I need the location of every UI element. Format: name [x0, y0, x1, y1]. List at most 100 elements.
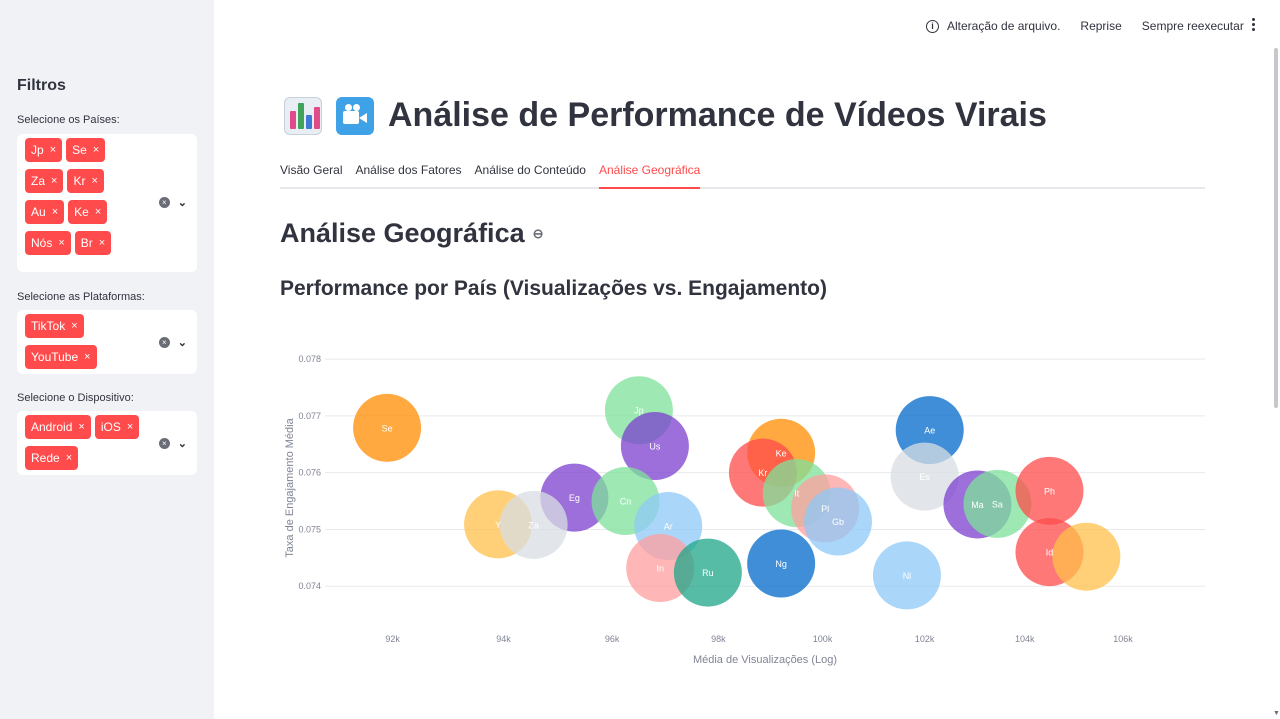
- bubble-label: Y: [495, 520, 501, 530]
- top-toolbar: i Alteração de arquivo. Reprise Sempre r…: [926, 18, 1244, 34]
- bubble-label: Ar: [664, 522, 673, 532]
- filter-tag-label: Se: [72, 143, 87, 157]
- x-tick-label: 92k: [385, 634, 400, 644]
- filter-tag-label: Nós: [31, 236, 53, 250]
- bubble-label: Nl: [903, 571, 912, 581]
- x-tick-label: 106k: [1113, 634, 1133, 644]
- filter-tag-label: Br: [80, 236, 93, 250]
- chevron-down-icon[interactable]: ⌄: [178, 336, 187, 349]
- y-tick-label: 0.078: [298, 354, 321, 364]
- x-tick-label: 104k: [1015, 634, 1035, 644]
- filter-tag-label: Au: [31, 205, 46, 219]
- filter-tag[interactable]: Ke ×: [68, 200, 108, 224]
- bar-chart-icon: [284, 96, 322, 135]
- chevron-down-icon[interactable]: ⌄: [178, 437, 187, 450]
- tab-bar: Visão Geral Análise dos Fatores Análise do…: [280, 160, 1205, 189]
- filter-tag[interactable]: Au ×: [25, 200, 65, 224]
- scrollbar-thumb[interactable]: [1274, 48, 1278, 408]
- bubble-label: Ph: [1044, 486, 1055, 496]
- tab-2[interactable]: Análise do Conteúdo: [475, 160, 586, 189]
- filter-tag[interactable]: YouTube ×: [25, 345, 97, 369]
- bubble-label: Us: [649, 441, 660, 451]
- remove-tag-icon[interactable]: ×: [71, 320, 77, 332]
- chevron-down-icon[interactable]: ⌄: [178, 196, 187, 209]
- platforms-multiselect[interactable]: TikTok × YouTube × × ⌄: [17, 310, 197, 374]
- filter-tag[interactable]: Android ×: [25, 415, 91, 439]
- filter-tag[interactable]: Nós ×: [25, 231, 71, 255]
- x-tick-label: 100k: [813, 634, 833, 644]
- filter-tag[interactable]: Rede ×: [25, 446, 79, 470]
- scrollbar[interactable]: ▼: [1272, 0, 1280, 719]
- x-tick-label: 96k: [605, 634, 620, 644]
- countries-tags: Jp × Se × Za × Kr × Au × Ke × Nós × Br ×: [25, 138, 145, 262]
- sidebar-title: Filtros: [17, 77, 66, 94]
- y-tick-label: 0.074: [298, 581, 321, 591]
- remove-tag-icon[interactable]: ×: [99, 237, 105, 249]
- countries-multiselect[interactable]: Jp × Se × Za × Kr × Au × Ke × Nós × Br × × ⌄: [17, 134, 197, 272]
- page-title: Análise de Performance de Vídeos Virais: [388, 96, 1047, 134]
- filter-tag[interactable]: Br ×: [74, 231, 112, 255]
- remove-tag-icon[interactable]: ×: [91, 175, 97, 187]
- devices-multiselect[interactable]: Android × iOS × Rede × × ⌄: [17, 411, 197, 475]
- sidebar: Filtros Selecione os Países: Jp × Se × Za × Kr…: [0, 0, 214, 719]
- remove-tag-icon[interactable]: ×: [127, 421, 133, 433]
- remove-tag-icon[interactable]: ×: [58, 237, 64, 249]
- remove-tag-icon[interactable]: ×: [66, 452, 72, 464]
- filter-tag-label: YouTube: [31, 350, 79, 364]
- scroll-down-arrow-icon[interactable]: ▼: [1273, 710, 1280, 717]
- bubble: [1052, 522, 1121, 591]
- bubble-label: Pl: [821, 504, 829, 514]
- filter-tag[interactable]: Jp ×: [25, 138, 63, 162]
- filter-tag-label: Rede: [31, 451, 60, 465]
- remove-tag-icon[interactable]: ×: [52, 206, 58, 218]
- clear-icon[interactable]: ×: [158, 337, 170, 348]
- x-tick-label: 98k: [711, 634, 726, 644]
- bubble-label: Es: [919, 472, 930, 482]
- kebab-menu-icon[interactable]: [1252, 18, 1256, 31]
- bubble-label: Se: [382, 423, 393, 433]
- bubble-label: Kr: [758, 468, 767, 478]
- chart-subtitle: Performance por País (Visualizações vs. …: [280, 277, 827, 300]
- remove-tag-icon[interactable]: ×: [78, 421, 84, 433]
- scatter-chart: 0.074 0.075 0.076 0.077 0.078 92k 94k 96k 98k 100…: [284, 354, 1205, 666]
- always-rerun-button[interactable]: Sempre reexecutar: [1142, 19, 1244, 33]
- x-axis-label: Média de Visualizações (Log): [693, 654, 837, 666]
- filter-tag-label: Jp: [31, 143, 44, 157]
- remove-tag-icon[interactable]: ×: [50, 144, 56, 156]
- countries-label: Selecione os Países:: [17, 114, 120, 126]
- remove-tag-icon[interactable]: ×: [93, 144, 99, 156]
- filter-tag[interactable]: TikTok ×: [25, 314, 84, 338]
- remove-tag-icon[interactable]: ×: [95, 206, 101, 218]
- filter-tag[interactable]: Kr ×: [67, 169, 104, 193]
- bubble-label: Ke: [776, 448, 787, 458]
- bubble-label: Jp: [634, 406, 644, 416]
- remove-tag-icon[interactable]: ×: [51, 175, 57, 187]
- page-header: Análise de Performance de Vídeos Virais: [284, 96, 1047, 135]
- clear-icon[interactable]: ×: [158, 438, 170, 449]
- tab-3[interactable]: Análise Geográfica: [598, 160, 701, 189]
- bubble-label: Gb: [832, 517, 844, 527]
- bubble-label: Sa: [992, 499, 1003, 509]
- devices-tags: Android × iOS × Rede ×: [25, 415, 145, 475]
- tab-1[interactable]: Análise dos Fatores: [355, 160, 461, 189]
- rerun-button[interactable]: Reprise: [1080, 19, 1121, 33]
- file-change-status: Alteração de arquivo.: [947, 19, 1061, 33]
- filter-tag[interactable]: Se ×: [66, 138, 106, 162]
- filter-tag-label: Za: [31, 174, 46, 188]
- x-tick-label: 94k: [496, 634, 511, 644]
- y-tick-label: 0.076: [298, 468, 321, 478]
- bubble-label: Eg: [569, 493, 580, 503]
- platforms-tags: TikTok × YouTube ×: [25, 314, 145, 374]
- section-heading: Análise Geográfica ⊖: [280, 218, 544, 249]
- filter-tag[interactable]: Za ×: [25, 169, 64, 193]
- anchor-link-icon[interactable]: ⊖: [533, 226, 544, 242]
- remove-tag-icon[interactable]: ×: [84, 351, 90, 363]
- filter-tag[interactable]: iOS ×: [94, 415, 140, 439]
- y-tick-label: 0.075: [298, 524, 321, 534]
- clear-icon[interactable]: ×: [158, 197, 170, 208]
- bubble-label: Ng: [775, 559, 787, 569]
- filter-tag-label: Android: [31, 420, 73, 434]
- tab-0[interactable]: Visão Geral: [280, 160, 342, 189]
- movie-camera-icon: [336, 96, 374, 135]
- x-tick-label: 102k: [915, 634, 935, 644]
